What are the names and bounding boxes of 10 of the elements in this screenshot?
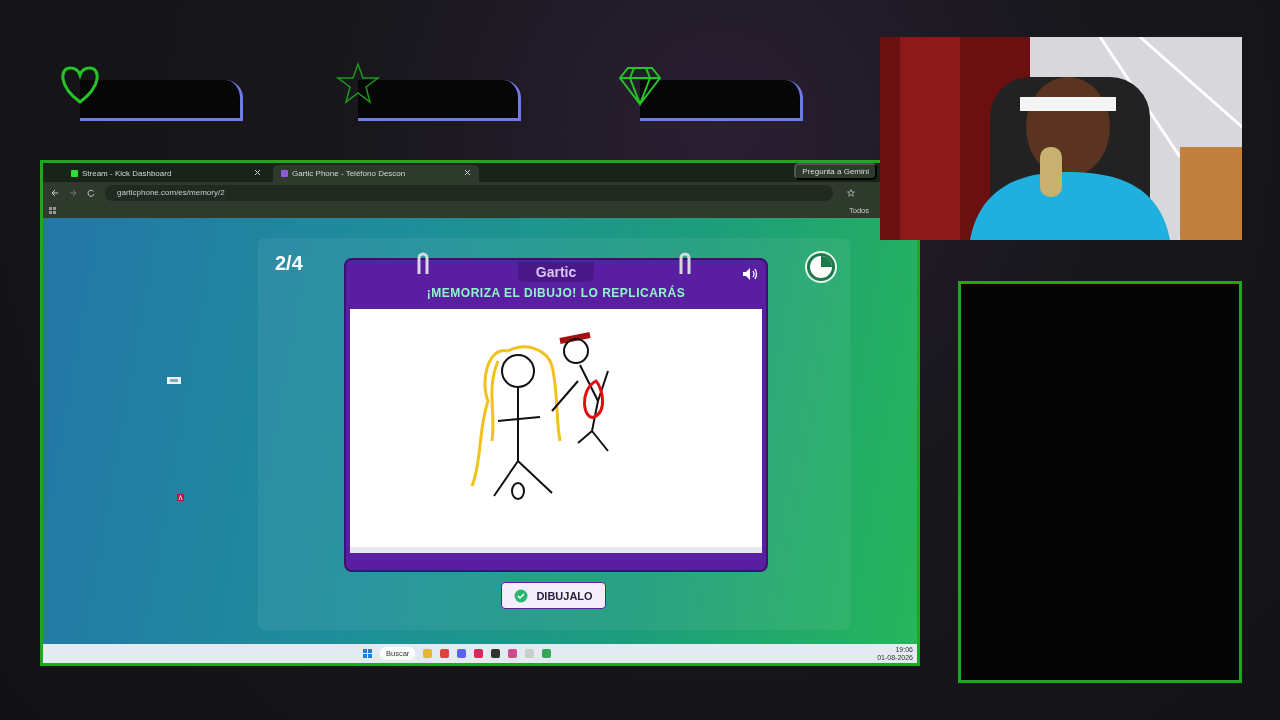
instruction-text: ¡MEMORIZA EL DIBUJO! LO REPLICARÁS bbox=[426, 286, 686, 300]
browser-tab[interactable]: Stream - Kick Dashboard bbox=[63, 165, 269, 182]
tab-title: Gartic Phone - Teléfono Descon bbox=[292, 169, 406, 178]
address-field[interactable]: garticphone.com/es/memory/2 bbox=[105, 184, 833, 201]
gemini-button[interactable]: Pregunta a Gemini bbox=[794, 163, 877, 180]
game-logo: Gartic bbox=[517, 262, 595, 282]
tab-title: Stream - Kick Dashboard bbox=[82, 169, 172, 178]
round-counter: 2/4 bbox=[275, 252, 303, 275]
browser-tab[interactable]: Gartic Phone - Teléfono Descon bbox=[273, 165, 479, 182]
draw-button[interactable]: DIBUJALO bbox=[501, 582, 606, 609]
